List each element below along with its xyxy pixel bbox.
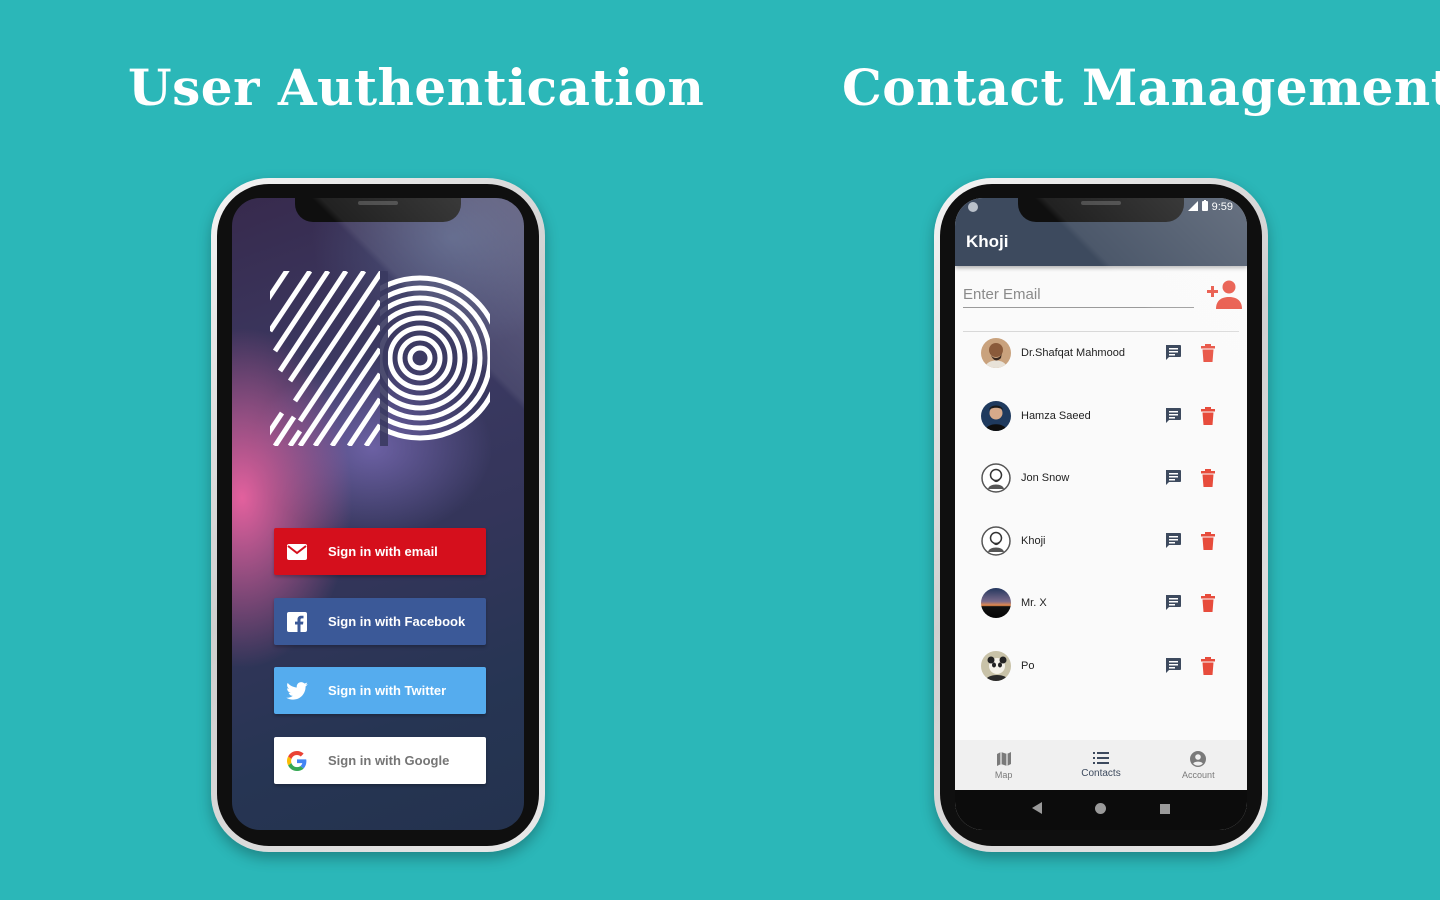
sign-in-facebook-label: Sign in with Facebook bbox=[328, 614, 466, 629]
email-entry-row bbox=[963, 278, 1242, 314]
nav-contacts-label: Contacts bbox=[1081, 768, 1121, 779]
contact-item[interactable]: Po bbox=[955, 649, 1247, 699]
phone-speaker bbox=[358, 201, 398, 205]
login-phone-mockup: Sign in with email Sign in with Facebook… bbox=[211, 178, 545, 852]
message-icon[interactable] bbox=[1163, 656, 1183, 676]
nav-contacts[interactable]: Contacts bbox=[1052, 740, 1149, 790]
contact-item[interactable]: Jon Snow bbox=[955, 461, 1247, 511]
delete-icon[interactable] bbox=[1200, 406, 1216, 426]
nav-account[interactable]: Account bbox=[1150, 740, 1247, 790]
contact-item[interactable]: Dr.Shafqat Mahmood bbox=[955, 336, 1247, 386]
contact-name: Mr. X bbox=[1021, 597, 1047, 609]
message-icon[interactable] bbox=[1163, 406, 1183, 426]
delete-icon[interactable] bbox=[1200, 468, 1216, 488]
sign-in-twitter-button[interactable]: Sign in with Twitter bbox=[274, 667, 486, 714]
list-icon bbox=[1092, 752, 1109, 764]
nav-map-label: Map bbox=[994, 769, 1013, 780]
default-avatar bbox=[981, 463, 1011, 493]
panda-avatar bbox=[981, 651, 1011, 681]
battery-icon bbox=[1201, 200, 1208, 214]
nav-account-label: Account bbox=[1182, 769, 1215, 780]
photo-avatar bbox=[981, 338, 1011, 368]
contacts-screen: 9:59 Khoji Dr.Shafqat Mahm bbox=[955, 198, 1247, 830]
system-navigation-bar bbox=[955, 790, 1247, 830]
twitter-icon bbox=[274, 681, 320, 700]
contacts-phone-mockup: 9:59 Khoji Dr.Shafqat Mahm bbox=[934, 178, 1268, 852]
default-avatar bbox=[981, 526, 1011, 556]
delete-icon[interactable] bbox=[1200, 593, 1216, 613]
nav-map[interactable]: Map bbox=[955, 740, 1052, 790]
mail-icon bbox=[274, 543, 320, 560]
contact-name: Dr.Shafqat Mahmood bbox=[1021, 347, 1125, 359]
facebook-icon bbox=[274, 611, 320, 632]
list-divider bbox=[963, 331, 1239, 332]
delete-icon[interactable] bbox=[1200, 531, 1216, 551]
account-icon bbox=[1190, 750, 1207, 767]
app-title: Khoji bbox=[966, 232, 1009, 251]
user-authentication-heading: User Authentication bbox=[128, 58, 705, 117]
sign-in-twitter-label: Sign in with Twitter bbox=[328, 683, 447, 698]
contact-item[interactable]: Hamza Saeed bbox=[955, 399, 1247, 449]
message-icon[interactable] bbox=[1163, 531, 1183, 551]
contact-name: Khoji bbox=[1021, 535, 1046, 547]
status-bar: 9:59 bbox=[1187, 200, 1233, 214]
google-icon bbox=[274, 750, 320, 771]
sign-in-facebook-button[interactable]: Sign in with Facebook bbox=[274, 598, 486, 645]
sign-in-google-label: Sign in with Google bbox=[328, 753, 450, 768]
sign-in-google-button[interactable]: Sign in with Google bbox=[274, 737, 486, 784]
sign-in-email-button[interactable]: Sign in with email bbox=[274, 528, 486, 575]
recents-icon[interactable] bbox=[1160, 801, 1171, 819]
sign-in-email-label: Sign in with email bbox=[328, 544, 438, 559]
login-screen: Sign in with email Sign in with Facebook… bbox=[232, 198, 524, 830]
contact-item[interactable]: Khoji bbox=[955, 524, 1247, 574]
add-person-icon bbox=[1207, 280, 1242, 309]
signal-icon bbox=[1187, 200, 1198, 214]
message-icon[interactable] bbox=[1163, 343, 1183, 363]
contact-item[interactable]: Mr. X bbox=[955, 586, 1247, 636]
contact-name: Hamza Saeed bbox=[1021, 410, 1091, 422]
map-icon bbox=[996, 751, 1011, 766]
contact-name: Po bbox=[1021, 660, 1035, 672]
phone-speaker bbox=[1081, 201, 1121, 205]
back-icon[interactable] bbox=[1031, 801, 1042, 819]
camera-icon bbox=[968, 202, 978, 212]
home-icon[interactable] bbox=[1095, 801, 1107, 819]
contact-management-heading: Contact Management bbox=[842, 58, 1440, 117]
message-icon[interactable] bbox=[1163, 468, 1183, 488]
bottom-navigation: Map Contacts Account bbox=[955, 740, 1247, 790]
photo-avatar bbox=[981, 401, 1011, 431]
add-contact-button[interactable] bbox=[1207, 278, 1243, 310]
contact-name: Jon Snow bbox=[1021, 472, 1070, 484]
message-icon[interactable] bbox=[1163, 593, 1183, 613]
sunset-avatar bbox=[981, 588, 1011, 618]
email-input[interactable] bbox=[963, 282, 1194, 308]
delete-icon[interactable] bbox=[1200, 656, 1216, 676]
k-logo-icon bbox=[270, 271, 490, 446]
delete-icon[interactable] bbox=[1200, 343, 1216, 363]
status-time: 9:59 bbox=[1211, 201, 1233, 213]
